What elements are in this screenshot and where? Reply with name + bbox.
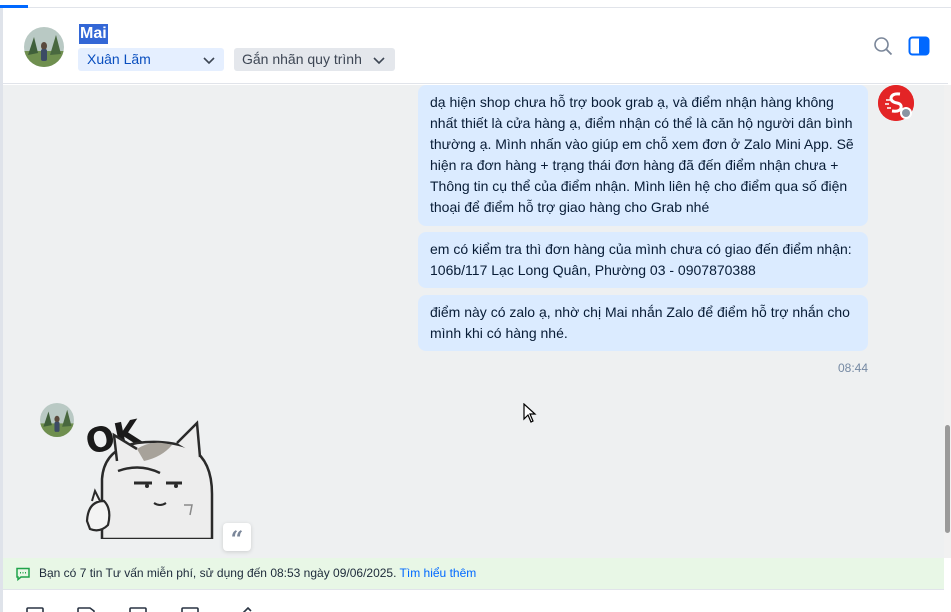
search-icon[interactable]	[873, 36, 893, 56]
contact-name[interactable]: Mai	[79, 24, 108, 44]
assignee-label: Xuân Lãm	[87, 51, 151, 67]
chat-header: Mai Xuân Lãm Gắn nhãn quy trình	[3, 8, 948, 84]
quote-icon[interactable]: “	[223, 523, 251, 553]
cat-ok-sticker[interactable]: OK	[82, 409, 217, 539]
message-bubble[interactable]: em có kiểm tra thì đơn hàng của mình chư…	[418, 232, 868, 288]
notice-message: Bạn có 7 tin Tư vấn miễn phí, sử dụng đế…	[39, 566, 400, 580]
message-list[interactable]: dạ hiện shop chưa hỗ trợ book grab ạ, và…	[3, 85, 944, 558]
composer-toolbar	[3, 589, 944, 612]
process-tag-select[interactable]: Gắn nhãn quy trình	[234, 48, 395, 71]
mouse-cursor-icon	[523, 403, 537, 423]
message-bubble[interactable]: dạ hiện shop chưa hỗ trợ book grab ạ, và…	[418, 85, 868, 226]
contact-avatar[interactable]	[24, 27, 64, 67]
chat-scrollbar[interactable]	[944, 85, 951, 558]
attach-file-icon[interactable]	[128, 607, 148, 612]
pen-icon[interactable]	[233, 607, 253, 612]
scrollbar-thumb[interactable]	[945, 425, 950, 533]
learn-more-link[interactable]: Tìm hiểu thêm	[400, 566, 477, 580]
business-card-icon[interactable]	[180, 607, 200, 612]
message-bubble[interactable]: điểm này có zalo ạ, nhờ chị Mai nhắn Zal…	[418, 295, 868, 351]
chevron-down-icon	[203, 57, 215, 65]
notice-text: Bạn có 7 tin Tư vấn miễn phí, sử dụng đế…	[39, 558, 476, 589]
shop-avatar[interactable]	[878, 85, 914, 121]
consult-notice-bar: Bạn có 7 tin Tư vấn miễn phí, sử dụng đế…	[3, 558, 944, 589]
process-tag-label: Gắn nhãn quy trình	[242, 51, 362, 67]
chat-bubble-icon	[16, 567, 30, 581]
image-icon[interactable]	[76, 607, 96, 612]
assignee-select[interactable]: Xuân Lãm	[78, 48, 224, 71]
contact-avatar[interactable]	[40, 403, 74, 437]
sticker-icon[interactable]	[25, 607, 45, 612]
chevron-down-icon	[373, 57, 385, 65]
toggle-panel-icon[interactable]	[908, 36, 930, 56]
message-time: 08:44	[837, 361, 868, 375]
top-tab-strip	[0, 0, 951, 8]
